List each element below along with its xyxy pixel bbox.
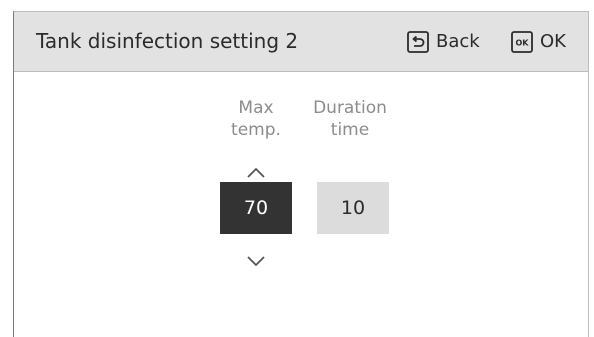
- duration-time-label-line2: time: [330, 120, 370, 140]
- back-return-icon: [407, 31, 429, 53]
- page-title: Tank disinfection setting 2: [36, 29, 299, 53]
- max-temp-value[interactable]: 70: [220, 182, 292, 234]
- duration-time-value[interactable]: 10: [317, 182, 389, 234]
- decrease-max-temp-button[interactable]: [246, 252, 266, 271]
- max-temp-label-line1: Max: [238, 98, 274, 118]
- back-label: Back: [436, 31, 480, 52]
- back-button[interactable]: Back: [407, 30, 480, 54]
- ok-label: OK: [540, 31, 566, 52]
- ok-key-icon-text: OK: [516, 39, 530, 48]
- duration-time-label: Duration time: [303, 97, 397, 141]
- ok-key-icon: OK: [511, 31, 533, 53]
- ok-button[interactable]: OK OK: [511, 30, 566, 54]
- chevron-up-icon: [246, 164, 266, 183]
- max-temp-label: Max temp.: [214, 97, 298, 141]
- increase-max-temp-button[interactable]: [246, 164, 266, 183]
- max-temp-label-line2: temp.: [231, 120, 281, 140]
- chevron-down-icon: [246, 252, 266, 271]
- header-bar: Tank disinfection setting 2 Back OK OK: [14, 12, 588, 72]
- settings-screen: Tank disinfection setting 2 Back OK OK M…: [13, 11, 589, 337]
- duration-time-label-line1: Duration: [313, 98, 387, 118]
